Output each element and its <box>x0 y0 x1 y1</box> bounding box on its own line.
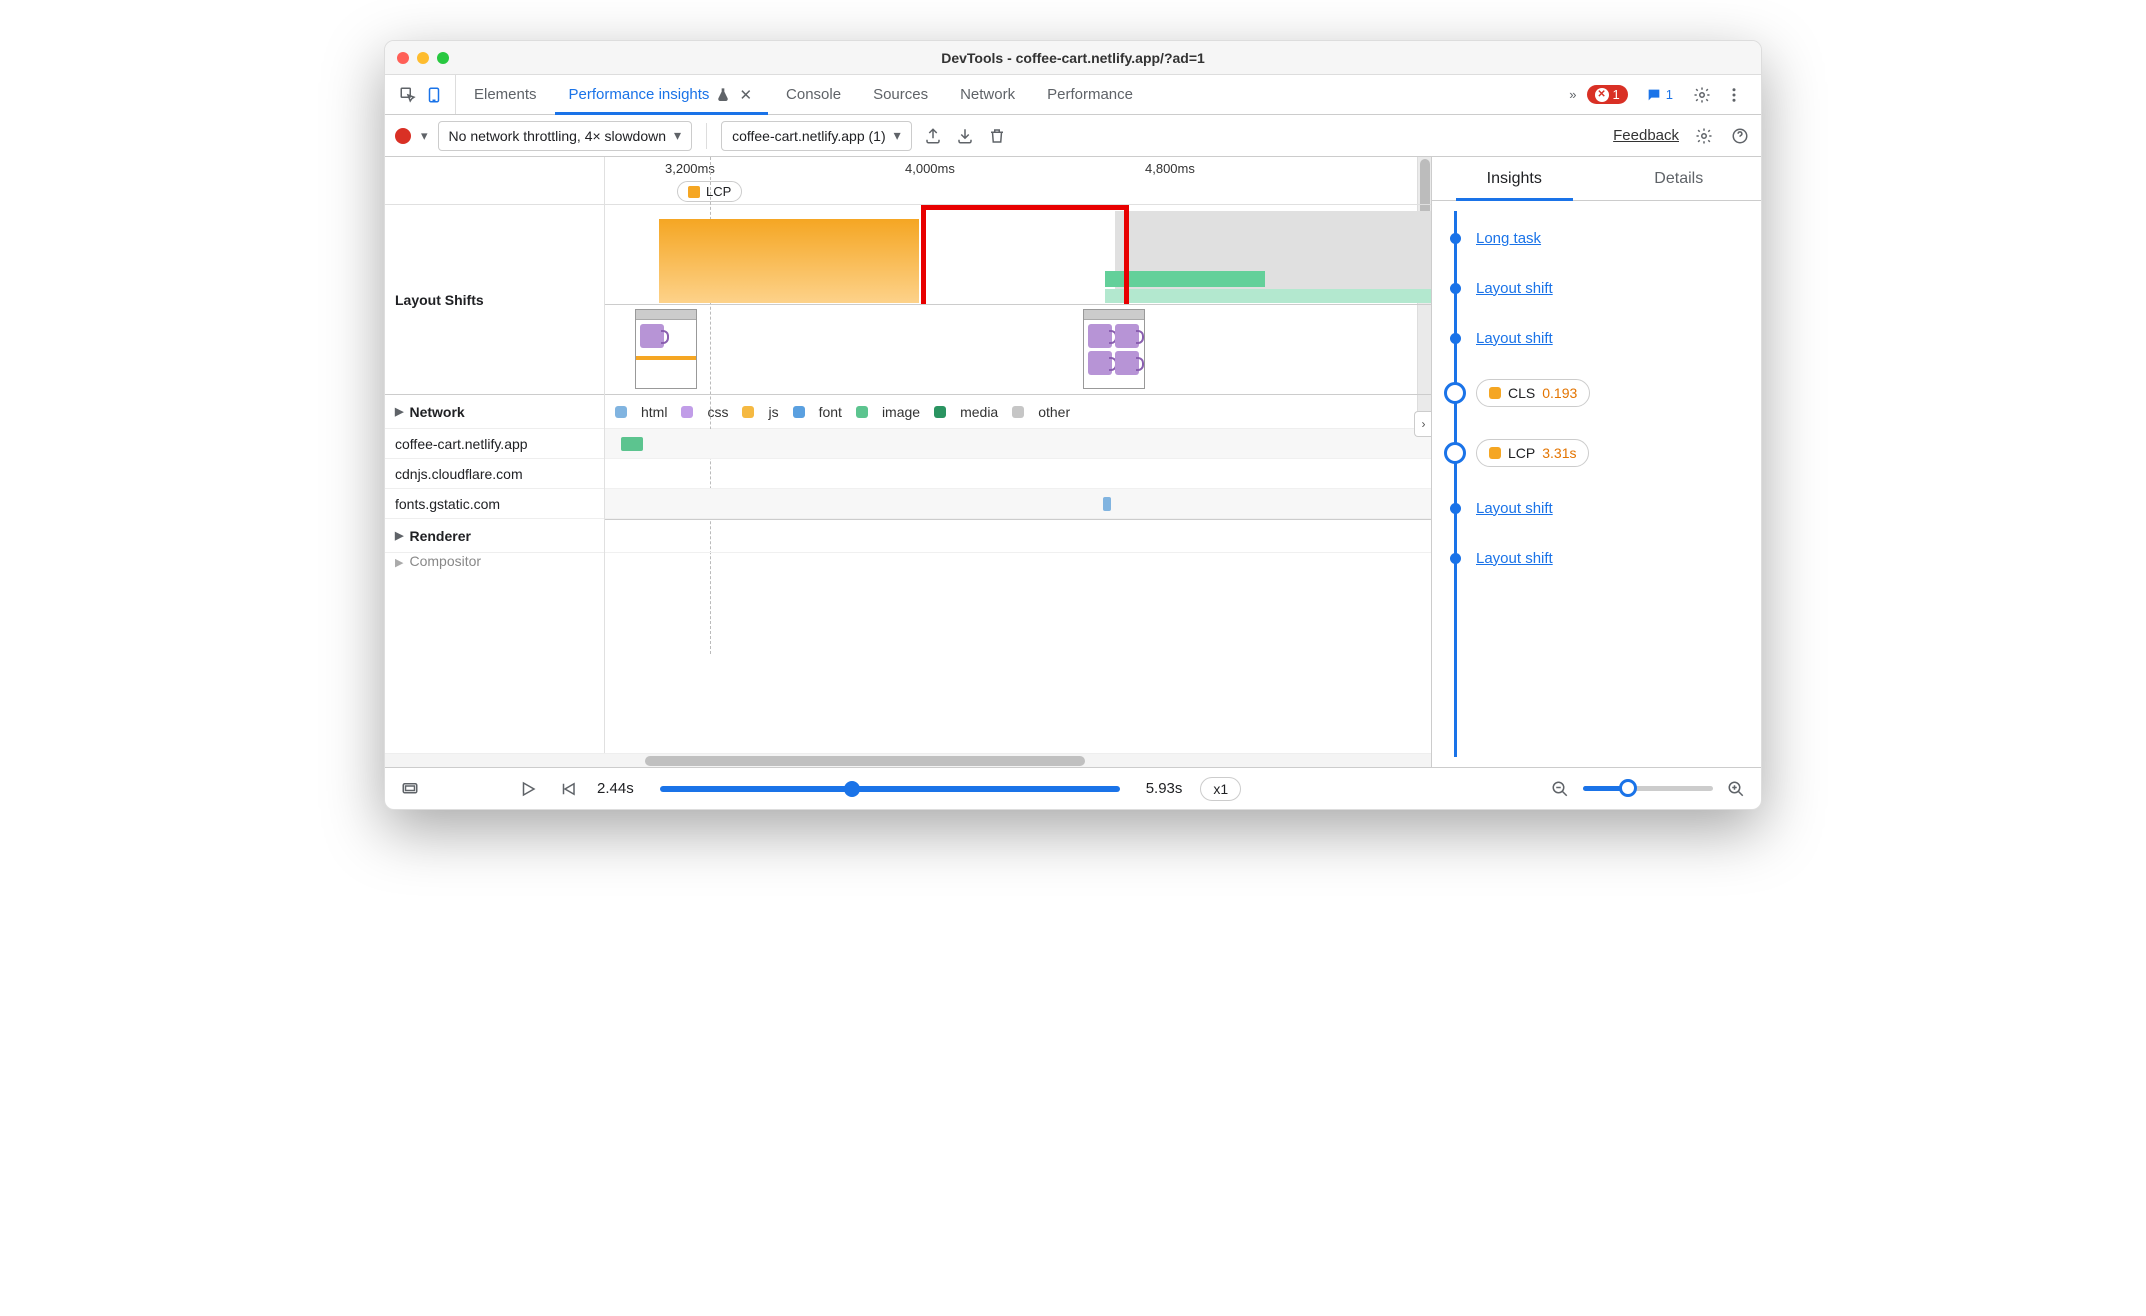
overview-minimap[interactable] <box>605 205 1431 305</box>
kebab-menu-icon[interactable] <box>1723 84 1745 106</box>
playback-slider[interactable] <box>660 786 1120 792</box>
playback-controls: 2.44s 5.93s x1 <box>385 767 1761 809</box>
rewind-to-start-icon[interactable] <box>557 778 579 800</box>
error-icon: ✕ <box>1595 88 1609 102</box>
legend-swatch-other <box>1012 406 1024 418</box>
net-host-3[interactable]: fonts.gstatic.com <box>385 489 604 519</box>
tab-network[interactable]: Network <box>946 75 1029 114</box>
sidebar-tab-details[interactable]: Details <box>1597 157 1762 200</box>
insights-toolbar: ▾ No network throttling, 4× slowdown ▾ c… <box>385 115 1761 157</box>
time-ruler[interactable]: 3,200ms 4,000ms 4,800ms LCP <box>605 157 1431 205</box>
export-icon[interactable] <box>922 125 944 147</box>
close-window-button[interactable] <box>397 52 409 64</box>
preview-toggle-icon[interactable] <box>399 778 421 800</box>
network-legend: html css js font image media other <box>605 395 1431 429</box>
screenshot-thumbnail[interactable] <box>635 309 697 389</box>
feedback-link[interactable]: Feedback <box>1613 127 1679 144</box>
devtools-tabs: Elements Performance insights ✕ Console … <box>385 75 1761 115</box>
zoom-in-icon[interactable] <box>1725 778 1747 800</box>
playback-speed-badge[interactable]: x1 <box>1200 777 1241 801</box>
insights-sidebar: Insights Details Long task Layout shift … <box>1431 157 1761 767</box>
collapse-sidebar-handle[interactable]: › <box>1414 411 1431 437</box>
renderer-track[interactable] <box>605 519 1431 553</box>
tab-performance[interactable]: Performance <box>1033 75 1147 114</box>
chevron-down-icon: ▾ <box>674 127 681 144</box>
zoom-out-icon[interactable] <box>1549 778 1571 800</box>
lcp-swatch-icon <box>688 186 700 198</box>
legend-swatch-font <box>793 406 805 418</box>
net-host-1[interactable]: coffee-cart.netlify.app <box>385 429 604 459</box>
throttling-select[interactable]: No network throttling, 4× slowdown ▾ <box>438 121 693 151</box>
tab-console[interactable]: Console <box>772 75 855 114</box>
chevron-down-icon: ▾ <box>894 127 901 144</box>
settings-gear-icon[interactable] <box>1691 84 1713 106</box>
insight-item-layout-shift[interactable]: Layout shift <box>1432 533 1753 583</box>
selection-highlight <box>921 205 1129 305</box>
track-renderer-label[interactable]: ▶Renderer <box>385 519 604 553</box>
screenshots-track[interactable] <box>605 305 1431 395</box>
maximize-window-button[interactable] <box>437 52 449 64</box>
import-icon[interactable] <box>954 125 976 147</box>
playback-start-time: 2.44s <box>597 780 634 797</box>
lcp-swatch-icon <box>1489 447 1501 459</box>
inspect-element-icon[interactable] <box>397 84 419 106</box>
playback-end-time: 5.93s <box>1146 780 1183 797</box>
track-compositor-label[interactable]: ▶Compositor <box>385 553 604 573</box>
screenshot-thumbnail[interactable] <box>1083 309 1145 389</box>
network-request-row[interactable] <box>605 429 1431 459</box>
insight-item-lcp[interactable]: LCP 3.31s <box>1432 423 1753 483</box>
messages-badge[interactable]: 1 <box>1638 85 1681 105</box>
tab-sources[interactable]: Sources <box>859 75 942 114</box>
insight-item-long-task[interactable]: Long task <box>1432 213 1753 263</box>
close-tab-icon[interactable]: ✕ <box>737 86 754 104</box>
tabs-overflow-icon[interactable]: » <box>1569 87 1576 102</box>
tab-elements[interactable]: Elements <box>460 75 551 114</box>
network-request-row[interactable] <box>605 459 1431 489</box>
legend-swatch-media <box>934 406 946 418</box>
network-request-row[interactable] <box>605 489 1431 519</box>
tab-performance-insights[interactable]: Performance insights ✕ <box>555 75 768 114</box>
play-icon[interactable] <box>517 778 539 800</box>
legend-swatch-image <box>856 406 868 418</box>
flask-icon <box>715 87 731 103</box>
net-host-2[interactable]: cdnjs.cloudflare.com <box>385 459 604 489</box>
legend-swatch-html <box>615 406 627 418</box>
sidebar-tab-insights[interactable]: Insights <box>1432 157 1597 200</box>
panel-settings-gear-icon[interactable] <box>1693 125 1715 147</box>
legend-swatch-js <box>742 406 754 418</box>
legend-swatch-css <box>681 406 693 418</box>
record-menu-chevron-icon[interactable]: ▾ <box>421 128 428 144</box>
track-network-label[interactable]: ▶Network <box>385 395 604 429</box>
delete-icon[interactable] <box>986 125 1008 147</box>
message-icon <box>1646 87 1662 103</box>
toolbar-divider <box>706 123 707 149</box>
insight-item-layout-shift[interactable]: Layout shift <box>1432 263 1753 313</box>
help-icon[interactable] <box>1729 125 1751 147</box>
track-layout-shifts-label: Layout Shifts <box>385 205 604 395</box>
zoom-slider[interactable] <box>1583 786 1713 791</box>
record-button[interactable] <box>395 128 411 144</box>
window-titlebar: DevTools - coffee-cart.netlify.app/?ad=1 <box>385 41 1761 75</box>
insight-item-cls[interactable]: CLS 0.193 <box>1432 363 1753 423</box>
minimize-window-button[interactable] <box>417 52 429 64</box>
insights-timeline-list[interactable]: Long task Layout shift Layout shift CLS … <box>1432 201 1761 767</box>
window-title: DevTools - coffee-cart.netlify.app/?ad=1 <box>941 50 1205 66</box>
horizontal-scrollbar[interactable] <box>385 753 1431 767</box>
insight-item-layout-shift[interactable]: Layout shift <box>1432 313 1753 363</box>
device-toolbar-icon[interactable] <box>423 84 445 106</box>
errors-badge[interactable]: ✕ 1 <box>1587 85 1628 104</box>
recording-select[interactable]: coffee-cart.netlify.app (1) ▾ <box>721 121 912 151</box>
insight-item-layout-shift[interactable]: Layout shift <box>1432 483 1753 533</box>
cls-swatch-icon <box>1489 387 1501 399</box>
